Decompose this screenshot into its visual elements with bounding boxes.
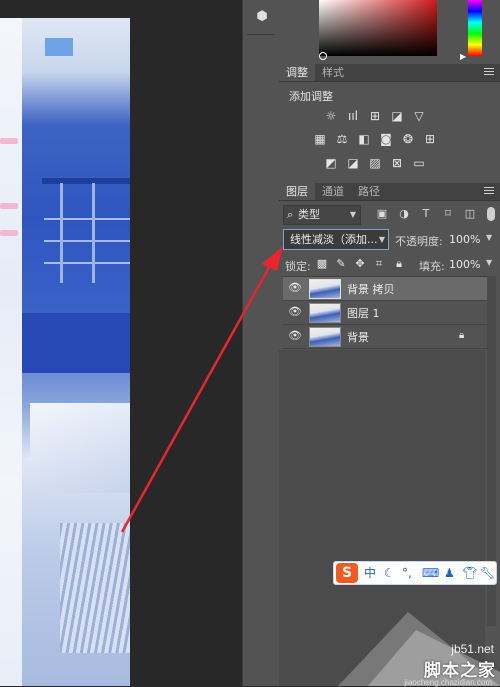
- color-balance-icon[interactable]: ⚖: [334, 131, 350, 147]
- photo-image: [0, 18, 130, 686]
- black-white-icon[interactable]: ◧: [356, 131, 372, 147]
- ime-toolbar: S 中 ☾ °, ⌨ ♟ 👕︎ 🔧︎: [333, 561, 497, 585]
- tab-paths[interactable]: 路径: [351, 183, 387, 200]
- eye-icon[interactable]: 👁︎: [288, 306, 302, 318]
- layers-panel-menu-icon[interactable]: [484, 187, 494, 195]
- document-canvas[interactable]: [0, 0, 242, 686]
- panel-dock: ⬢: [242, 0, 280, 686]
- chevron-down-icon: ▼: [349, 210, 356, 219]
- vibrance-icon[interactable]: ▽: [411, 108, 427, 124]
- ime-mode-toggle[interactable]: 中: [364, 565, 376, 581]
- gradient-map-icon[interactable]: ▭: [411, 155, 427, 171]
- adjustments-row-3: ◩ ◪ ▨ ⊠ ▭: [279, 155, 500, 171]
- filter-pixel-icon[interactable]: ▣: [375, 207, 389, 221]
- opacity-dropdown-icon[interactable]: ▼: [486, 233, 492, 242]
- blend-mode-row: 线性减淡（添加... ▼ 不透明度: 100% ▼: [283, 229, 496, 251]
- watermark-site: jb51.net: [451, 642, 494, 656]
- channel-mixer-icon[interactable]: ❂: [400, 131, 416, 147]
- layer-thumbnail: [309, 279, 341, 299]
- color-lookup-icon[interactable]: ⊞: [422, 131, 438, 147]
- chevron-down-icon: ▼: [378, 235, 385, 244]
- hue-slider-arrow-icon[interactable]: ▶: [460, 52, 466, 61]
- color-picker-panel: ▶: [279, 0, 500, 62]
- fill-dropdown-icon[interactable]: ▼: [486, 258, 492, 267]
- moon-icon[interactable]: ☾: [384, 565, 395, 581]
- layers-list: 👁︎ 背景 拷贝 👁︎ 图层 1 👁︎ 背景 🔒︎: [283, 276, 487, 351]
- eye-icon[interactable]: 👁︎: [288, 282, 302, 294]
- lock-label: 锁定:: [285, 260, 311, 273]
- layer-thumbnail: [309, 327, 341, 347]
- tab-channels[interactable]: 通道: [315, 183, 351, 200]
- blend-mode-select[interactable]: 线性减淡（添加... ▼: [283, 229, 389, 250]
- search-icon: ⌕: [287, 208, 294, 221]
- adjustments-tabs: 调整 样式: [279, 64, 500, 82]
- filter-type-icon[interactable]: T: [419, 207, 433, 221]
- filter-smart-object-icon[interactable]: ◫: [463, 207, 477, 221]
- tab-styles[interactable]: 样式: [315, 64, 351, 81]
- color-saturation-field[interactable]: [319, 0, 437, 56]
- brightness-contrast-icon[interactable]: ☼: [323, 108, 339, 124]
- exposure-icon[interactable]: ◪: [389, 108, 405, 124]
- threshold-icon[interactable]: ▨: [367, 155, 383, 171]
- layer-row[interactable]: 👁︎ 图层 1: [283, 301, 487, 325]
- color-picker-handle[interactable]: [319, 52, 327, 60]
- hue-saturation-icon[interactable]: ▦: [312, 131, 328, 147]
- layer-filter-row: ⌕ 类型 ▼ ▣ ◑ T ⌑ ◫: [283, 205, 496, 225]
- lock-transparency-icon[interactable]: ▩: [315, 257, 329, 271]
- keyboard-icon[interactable]: ⌨: [422, 565, 439, 581]
- panel-menu-icon[interactable]: [484, 68, 494, 76]
- posterize-icon[interactable]: ◪: [345, 155, 361, 171]
- photo-filter-icon[interactable]: ◙: [378, 131, 394, 147]
- opacity-label: 不透明度:: [395, 235, 443, 248]
- filter-adjustment-icon[interactable]: ◑: [397, 207, 411, 221]
- fill-field[interactable]: 100%: [449, 258, 480, 271]
- sogou-logo-icon[interactable]: S: [336, 563, 358, 583]
- layer-filter-label: 类型: [298, 208, 320, 221]
- layers-panel-tabs: 图层 通道 路径: [279, 183, 500, 201]
- layer-name: 图层 1: [347, 307, 380, 320]
- opacity-field[interactable]: 100%: [449, 233, 480, 246]
- adjustments-title: 添加调整: [289, 90, 333, 103]
- hue-slider[interactable]: [468, 0, 482, 56]
- lock-all-icon[interactable]: 🔒︎: [392, 257, 406, 271]
- levels-icon[interactable]: ııl: [345, 108, 361, 124]
- filter-toggle[interactable]: [487, 207, 495, 221]
- layer-filter-select[interactable]: ⌕ 类型 ▼: [283, 205, 361, 225]
- blend-mode-value: 线性减淡（添加...: [290, 233, 378, 246]
- lock-row: 锁定: ▩ ✎ ✥ ⌗ 🔒︎ 填充: 100% ▼: [283, 255, 496, 275]
- watermark: jb51.net 脚本之家 jiaocheng.chazidian.com: [338, 612, 500, 687]
- eye-icon[interactable]: 👁︎: [288, 330, 302, 342]
- tab-adjustments[interactable]: 调整: [279, 64, 315, 81]
- user-icon[interactable]: ♟: [444, 565, 455, 581]
- skin-icon[interactable]: 👕︎: [462, 565, 477, 581]
- layer-name: 背景 拷贝: [347, 283, 395, 296]
- adjustments-row-2: ▦ ⚖ ◧ ◙ ❂ ⊞: [279, 131, 500, 147]
- fill-label: 填充:: [419, 260, 445, 273]
- lock-artboard-icon[interactable]: ⌗: [372, 257, 386, 271]
- layer-row[interactable]: 👁︎ 背景 拷贝: [283, 277, 487, 301]
- lock-position-icon[interactable]: ✥: [353, 257, 367, 271]
- layer-row[interactable]: 👁︎ 背景 🔒︎: [283, 325, 487, 349]
- lock-image-icon[interactable]: ✎: [334, 257, 348, 271]
- selective-color-icon[interactable]: ⊠: [389, 155, 405, 171]
- curves-icon[interactable]: ⊞: [367, 108, 383, 124]
- layer-name: 背景: [347, 331, 369, 344]
- dock-divider: [247, 34, 275, 35]
- 3d-icon[interactable]: ⬢: [253, 8, 271, 26]
- wrench-icon[interactable]: 🔧︎: [480, 565, 495, 581]
- invert-icon[interactable]: ◩: [323, 155, 339, 171]
- layer-thumbnail: [309, 303, 341, 323]
- filter-shape-icon[interactable]: ⌑: [441, 207, 455, 221]
- punctuation-icon[interactable]: °,: [402, 565, 412, 581]
- adjustments-row-1: ☼ ııl ⊞ ◪ ▽: [279, 108, 500, 124]
- tab-layers[interactable]: 图层: [279, 183, 315, 200]
- lock-icon: 🔒︎: [459, 330, 465, 341]
